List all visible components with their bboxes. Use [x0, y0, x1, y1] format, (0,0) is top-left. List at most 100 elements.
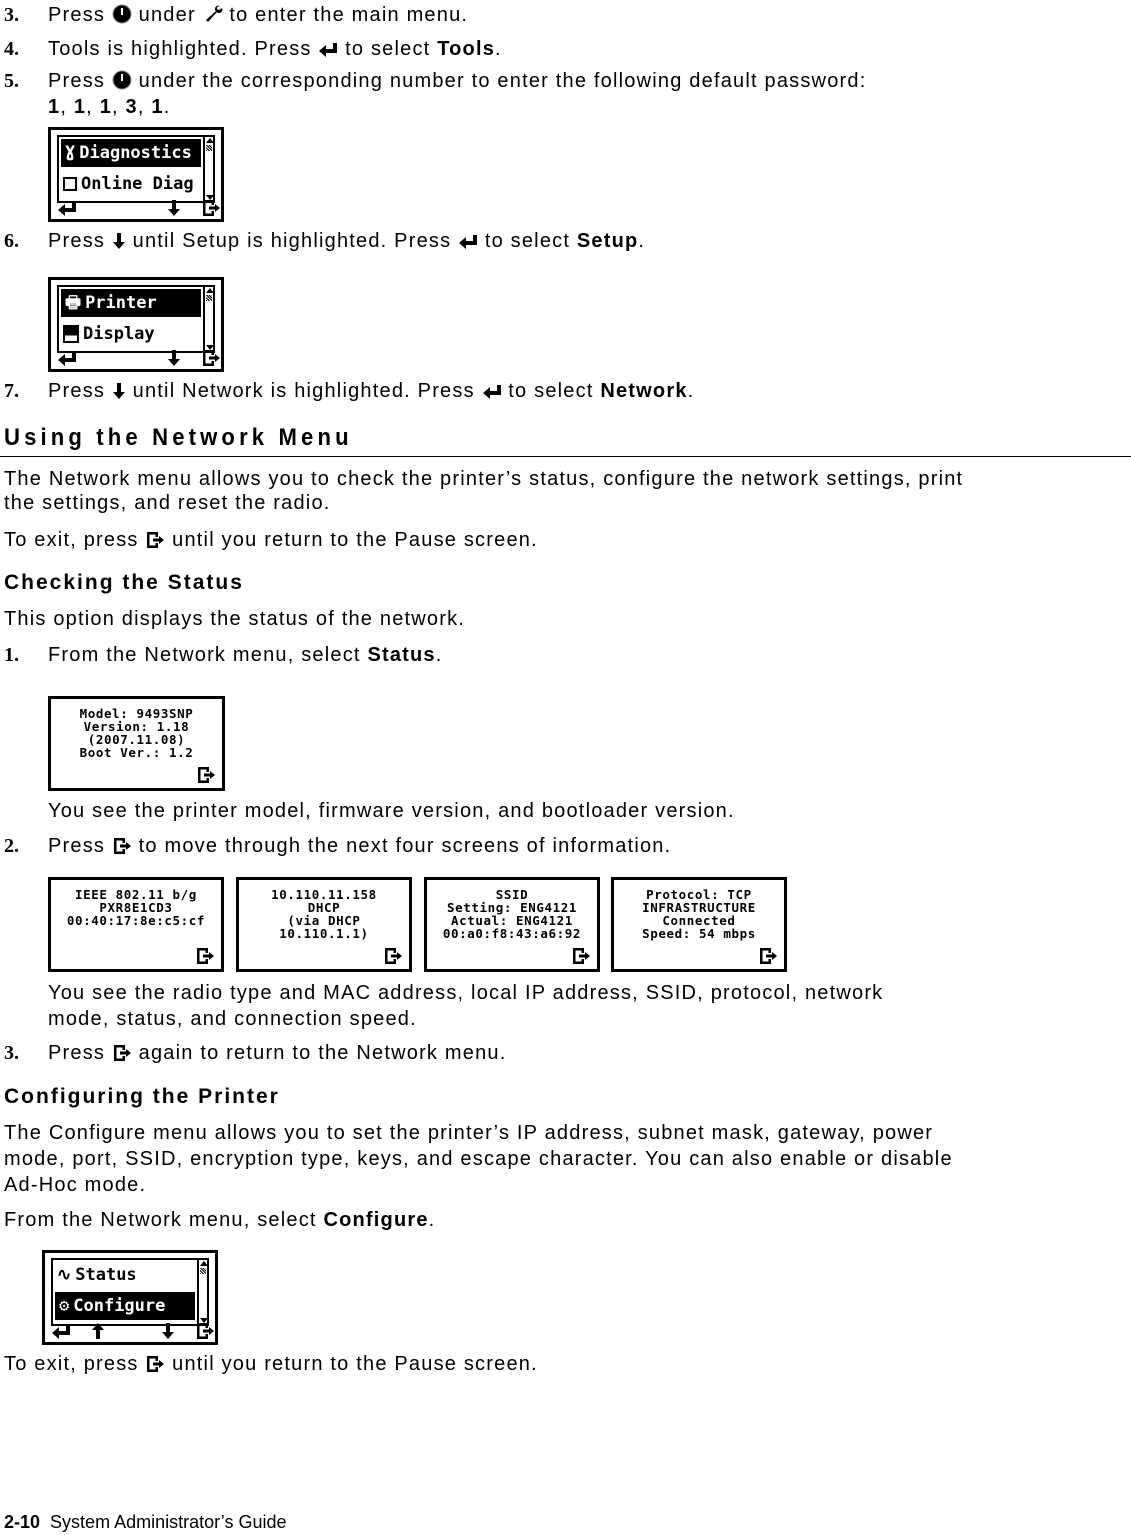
display-icon [63, 325, 79, 343]
status-info: Model: 9493SNP Version: 1.18 (2007.11.08… [51, 707, 222, 759]
step-text: Press [48, 380, 112, 402]
text: From the Network menu, select [48, 644, 368, 666]
down-arrow-icon [112, 232, 126, 250]
step-text: Press [48, 70, 112, 92]
password-digit: 1 [99, 96, 113, 118]
menu-item-name: Network [600, 380, 688, 402]
menu-item-label: Configure [73, 1296, 166, 1316]
info-line: Speed: 54 mbps [642, 926, 756, 941]
info-line: 00:a0:f8:43:a6:92 [442, 926, 582, 941]
default-password: 1, 1, 1, 3, 1. [48, 96, 171, 118]
note: mode, status, and connection speed. [48, 1008, 417, 1030]
menu-list: 🖶 Printer Display [57, 285, 203, 353]
exit-icon [201, 349, 221, 367]
text: To exit, press [4, 1353, 146, 1375]
enter-icon [318, 42, 338, 58]
menu-item-name: Setup [576, 230, 639, 252]
password-digit: 1 [151, 96, 164, 118]
step-number: 7. [4, 380, 19, 402]
status-info: SSID Setting: ENG4121 Actual: ENG4121 00… [427, 888, 597, 940]
lcd-setup-screen: 🖶 Printer Display [48, 277, 224, 372]
step-text: Press to move through the next four scre… [48, 834, 671, 858]
info-line: 00:40:17:8e:c5:cf [66, 913, 206, 928]
menu-item-name: Status [367, 644, 436, 666]
menu-item-name: Configure [323, 1209, 429, 1231]
menu-item-name: Tools [437, 38, 496, 60]
step-text: to enter the main menu. [222, 4, 469, 26]
exit-instruction: To exit, press until you return to the P… [4, 1352, 538, 1376]
text: to move through the next four screens of… [131, 835, 672, 857]
password-digit: 3 [125, 96, 138, 118]
checkbox-icon [63, 177, 77, 191]
step-text: From the Network menu, select Status. [48, 643, 443, 667]
lcd-diagnostics-screen: Ɣ Diagnostics Online Diag [48, 127, 224, 222]
punctuation: . [638, 230, 646, 252]
step-6-text: Press until Setup is highlighted. Press … [48, 229, 645, 253]
step-text: until Setup is highlighted. Press [125, 230, 459, 252]
exit-icon [195, 947, 215, 965]
subsection-heading: Checking the Status [4, 571, 244, 594]
button-icon [112, 4, 132, 24]
menu-item-status: ∿ Status [53, 1260, 197, 1290]
lcd-radio-screen: IEEE 802.11 b/g PXR8E1CD3 00:40:17:8e:c5… [48, 877, 224, 972]
paragraph: The Configure menu allows you to set the… [4, 1122, 934, 1144]
lcd-network-screen: ∿ Status ⚙ Configure [42, 1250, 218, 1345]
menu-item-printer: 🖶 Printer [61, 289, 201, 317]
exit-icon [383, 947, 403, 965]
lcd-protocol-screen: Protocol: TCP INFRASTRUCTURE Connected S… [611, 877, 787, 972]
status-info: 10.110.11.158 DHCP (via DHCP 10.110.1.1) [239, 888, 409, 940]
subsection-heading: Configuring the Printer [4, 1085, 280, 1108]
scrollbar [203, 285, 215, 353]
menu-item-label: Diagnostics [79, 143, 192, 163]
lcd-ssid-screen: SSID Setting: ENG4121 Actual: ENG4121 00… [424, 877, 600, 972]
text: again to return to the Network menu. [131, 1042, 507, 1064]
enter-icon [458, 234, 478, 250]
step-number: 5. [4, 70, 19, 92]
menu-item-label: Printer [85, 293, 157, 313]
punctuation: . [435, 644, 443, 666]
down-arrow-icon [167, 199, 181, 217]
text: until you return to the Pause screen. [165, 529, 538, 551]
note: You see the printer model, firmware vers… [48, 800, 735, 822]
pulse-icon: ∿ [57, 1265, 72, 1285]
exit-icon [571, 947, 591, 965]
step-text: to select [478, 230, 577, 252]
menu-item-diagnostics: Ɣ Diagnostics [61, 139, 201, 167]
step-text: Press again to return to the Network men… [48, 1041, 506, 1065]
step-5-text: Press under the corresponding number to … [48, 69, 866, 93]
step-3-text: Press under to enter the main menu. [48, 3, 468, 27]
step-text: to select [501, 380, 601, 402]
step-text: to select [338, 38, 438, 60]
password-digit: 1 [48, 96, 61, 118]
wrench-icon [203, 4, 223, 24]
exit-icon [145, 1355, 165, 1373]
menu-item-label: Display [83, 324, 155, 344]
paragraph: Ad-Hoc mode. [4, 1174, 147, 1196]
info-line: Boot Ver.: 1.2 [79, 745, 194, 760]
exit-icon [112, 837, 132, 855]
step-4-text: Tools is highlighted. Press to select To… [48, 37, 502, 61]
stethoscope-icon: Ɣ [65, 143, 76, 163]
enter-icon [57, 201, 77, 217]
text: Press [48, 1042, 112, 1064]
note: You see the radio type and MAC address, … [48, 982, 884, 1004]
menu-list: Ɣ Diagnostics Online Diag [57, 135, 203, 203]
menu-item-label: Status [75, 1265, 137, 1285]
step-text: Press [48, 4, 112, 26]
exit-icon [145, 531, 165, 549]
guide-title: System Administrator’s Guide [50, 1512, 287, 1532]
info-line: 10.110.1.1) [279, 926, 369, 941]
status-info: IEEE 802.11 b/g PXR8E1CD3 00:40:17:8e:c5… [51, 888, 221, 927]
status-info: Protocol: TCP INFRASTRUCTURE Connected S… [614, 888, 784, 940]
exit-icon [195, 1322, 215, 1340]
enter-icon [482, 384, 502, 400]
exit-instruction: To exit, press until you return to the P… [4, 528, 538, 552]
step-text: under the corresponding number to enter … [131, 70, 867, 92]
paragraph: mode, port, SSID, encryption type, keys,… [4, 1148, 953, 1170]
enter-icon [51, 1324, 71, 1340]
down-arrow-icon [167, 349, 181, 367]
step-number: 1. [4, 644, 19, 666]
section-intro: The Network menu allows you to check the… [4, 468, 964, 490]
down-arrow-icon [112, 382, 126, 400]
paragraph: From the Network menu, select Configure. [4, 1208, 435, 1232]
